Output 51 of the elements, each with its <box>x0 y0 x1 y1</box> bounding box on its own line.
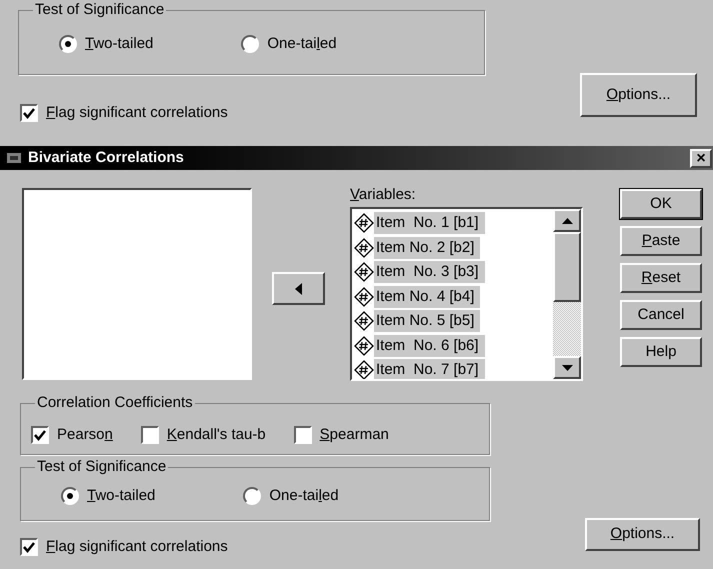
checkbox-label[interactable]: Flag significant correlations <box>46 102 228 124</box>
radio-label[interactable]: One-tailed <box>267 33 337 56</box>
push-button[interactable]: Paste <box>620 226 702 256</box>
radio-label[interactable]: One-tailed <box>269 485 339 508</box>
checkbox[interactable] <box>20 538 38 556</box>
app-icon <box>6 151 22 165</box>
push-button[interactable]: OK <box>620 189 702 219</box>
up-arrow-icon[interactable] <box>562 218 572 224</box>
list-item[interactable]: Item No. 3 [b3] <box>374 261 485 284</box>
close-button[interactable]: × <box>690 149 712 168</box>
scale-variable-icon <box>354 286 374 307</box>
list-item[interactable]: Item No. 7 [b7] <box>374 359 485 379</box>
checkbox-label[interactable]: Pearson <box>57 424 113 446</box>
group-title: Test of Significance <box>33 1 166 19</box>
list-item[interactable]: Item No. 4 [b4] <box>374 286 480 308</box>
list-label: Variables: <box>350 186 416 204</box>
radio-button[interactable] <box>59 35 77 54</box>
checkbox[interactable] <box>140 426 159 444</box>
list-item[interactable]: Item No. 6 [b6] <box>374 334 485 357</box>
scroll-thumb[interactable] <box>553 232 581 302</box>
scale-variable-icon <box>354 311 374 332</box>
list-item[interactable]: Item No. 2 [b2] <box>374 236 480 259</box>
group-title: Test of Significance <box>35 458 168 476</box>
move-button[interactable] <box>272 272 325 305</box>
radio-button[interactable] <box>243 487 262 506</box>
checkbox[interactable] <box>294 426 312 444</box>
checkbox-label[interactable]: Kendall's tau-b <box>166 424 266 446</box>
scale-variable-icon <box>354 262 374 282</box>
checkbox-label[interactable]: Flag significant correlations <box>46 536 228 558</box>
checkbox[interactable] <box>31 426 49 444</box>
push-button[interactable]: Reset <box>620 263 702 293</box>
radio-button[interactable] <box>241 35 260 54</box>
scale-variable-icon <box>354 213 374 234</box>
scale-variable-icon <box>354 336 374 356</box>
push-button[interactable]: Options... <box>580 73 697 117</box>
push-button[interactable]: Cancel <box>620 300 702 330</box>
push-button[interactable]: Help <box>620 337 702 367</box>
push-button[interactable]: Options... <box>585 518 700 551</box>
checkbox[interactable] <box>20 104 38 122</box>
list-item[interactable]: Item No. 1 [b1] <box>374 212 485 234</box>
scale-variable-icon <box>354 360 374 379</box>
window-title: Bivariate Correlations <box>28 148 184 168</box>
list-item[interactable]: Item No. 5 [b5] <box>374 310 480 332</box>
radio-button[interactable] <box>61 487 79 506</box>
radio-label[interactable]: Two-tailed <box>87 485 156 508</box>
down-arrow-icon[interactable] <box>562 364 572 370</box>
scale-variable-icon <box>354 238 374 258</box>
variables-list[interactable]: Item No. 1 [b1] Item No. 2 [b2] Item No. 3 [b3] Item No. 4 [b4] Item No. 5 [b5] Item No. 6 [b6] Item No. 7 [b7] <box>350 207 583 381</box>
radio-label[interactable]: Two-tailed <box>85 33 154 56</box>
left-triangle-icon <box>295 282 302 294</box>
checkbox-label[interactable]: Spearman <box>320 424 389 446</box>
